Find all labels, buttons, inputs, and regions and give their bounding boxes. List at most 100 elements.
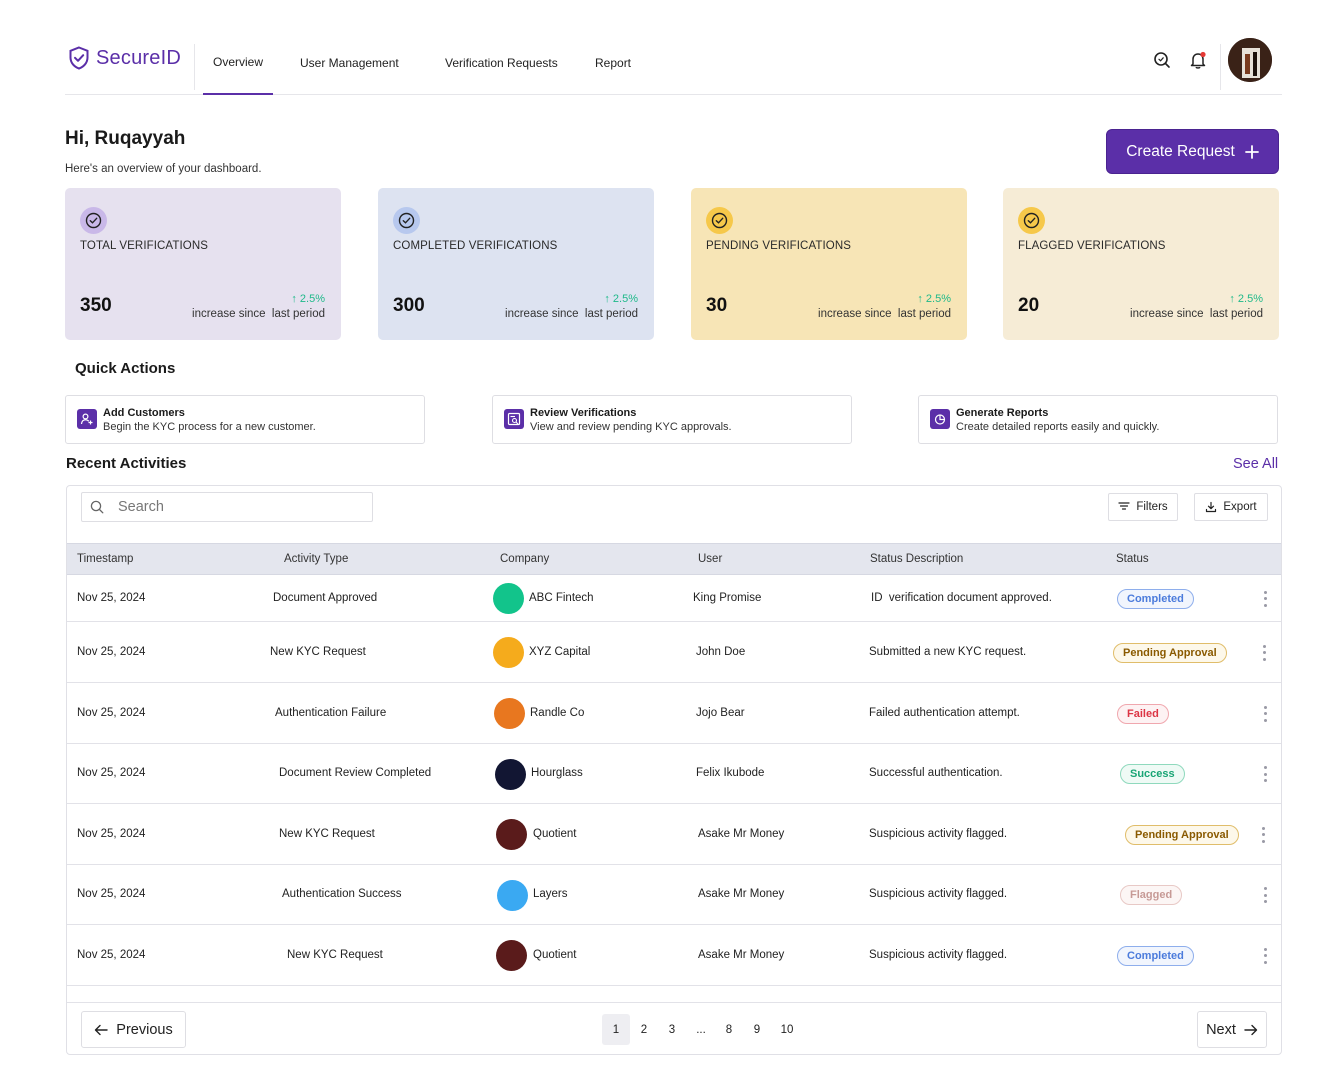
- page-subtitle: Here's an overview of your dashboard.: [65, 163, 262, 175]
- cell-timestamp: Nov 25, 2024: [77, 645, 146, 658]
- tab-user-management-label: User Management: [300, 55, 399, 70]
- recent-activities-title: Recent Activities: [66, 455, 187, 472]
- notifications-button[interactable]: [1186, 48, 1210, 72]
- cell-user: John Doe: [696, 645, 746, 658]
- table-row[interactable]: Nov 25, 2024 Authentication Success Layers…: [67, 865, 1281, 925]
- create-request-button[interactable]: Create Request: [1106, 129, 1279, 174]
- user-photo-icon: [1228, 38, 1272, 82]
- more-options-icon[interactable]: [1263, 947, 1267, 964]
- table-row[interactable]: Nov 25, 2024 Document Approved ABC Fintech…: [67, 575, 1281, 622]
- table-row[interactable]: Nov 25, 2024 New KYC Request XYZ Capital Jo…: [67, 622, 1281, 683]
- company-logo: [494, 698, 525, 729]
- stat-note: increase since last period: [1130, 308, 1263, 320]
- logo[interactable]: SecureID: [68, 46, 181, 70]
- column-header[interactable]: Status Description: [870, 553, 963, 565]
- check-circle-icon: [1018, 207, 1045, 234]
- tab-overview[interactable]: Overview: [203, 30, 273, 95]
- arrow-up-icon: ↑: [1229, 293, 1235, 305]
- page-ellipsis: ...: [696, 1023, 706, 1036]
- cell-status-description: Suspicious activity flagged.: [869, 948, 1008, 961]
- cell-company: ABC Fintech: [529, 591, 594, 604]
- stat-card-completed: COMPLETED VERIFICATIONS 300 ↑ 2.5% incre…: [378, 188, 654, 340]
- stat-note: increase since last period: [192, 308, 325, 320]
- cell-company: Layers: [533, 888, 568, 900]
- stat-trend: ↑ 2.5%: [917, 293, 951, 305]
- status-badge: Completed: [1117, 945, 1194, 966]
- column-header[interactable]: Timestamp: [77, 553, 133, 565]
- stat-card-pending: PENDING VERIFICATIONS 30 ↑ 2.5% increase…: [691, 188, 967, 340]
- cell-user: Asake Mr Money: [698, 827, 785, 840]
- filters-button[interactable]: Filters: [1108, 493, 1178, 521]
- stat-label: FLAGGED VERIFICATIONS: [1018, 240, 1166, 252]
- stat-trend-value: 2.5%: [299, 293, 325, 305]
- quick-action-generate-reports[interactable]: Generate Reports Create detailed reports…: [918, 395, 1278, 444]
- company-logo: [496, 819, 527, 850]
- page-number[interactable]: 8: [715, 1014, 743, 1045]
- status-badge: Pending Approval: [1125, 824, 1239, 845]
- page-number[interactable]: 2: [630, 1014, 658, 1045]
- tab-report[interactable]: Report: [595, 30, 631, 95]
- cell-timestamp: Nov 25, 2024: [77, 591, 146, 604]
- tab-overview-label: Overview: [212, 54, 263, 69]
- cell-status-description: Submitted a new KYC request.: [869, 645, 1027, 658]
- more-options-icon[interactable]: [1263, 887, 1267, 903]
- page-number[interactable]: 3: [658, 1014, 686, 1045]
- search-input[interactable]: [118, 499, 358, 515]
- status-badge: Failed: [1117, 703, 1169, 724]
- tab-user-management[interactable]: User Management: [300, 30, 399, 95]
- more-options-icon[interactable]: [1262, 644, 1266, 661]
- stat-card-flagged: FLAGGED VERIFICATIONS 20 ↑ 2.5% increase…: [1003, 188, 1279, 340]
- stat-value: 350: [80, 295, 112, 316]
- column-header[interactable]: User: [698, 553, 722, 565]
- page-number[interactable]: 9: [743, 1014, 771, 1045]
- stat-card-total: TOTAL VERIFICATIONS 350 ↑ 2.5% increase …: [65, 188, 341, 340]
- next-button[interactable]: Next: [1197, 1011, 1267, 1048]
- quick-action-title: Add Customers: [103, 407, 185, 419]
- search-button[interactable]: [1150, 48, 1174, 72]
- table-row[interactable]: Nov 25, 2024 Authentication Failure Randle…: [67, 683, 1281, 744]
- quick-action-review-verifications[interactable]: Review Verifications View and review pen…: [492, 395, 852, 444]
- page-title: Hi, Ruqayyah: [65, 128, 186, 149]
- next-label: Next: [1206, 1021, 1236, 1038]
- see-all-link[interactable]: See All: [1233, 456, 1278, 472]
- export-button[interactable]: Export: [1194, 493, 1268, 521]
- more-options-icon[interactable]: [1261, 826, 1265, 843]
- cell-status-description: Failed authentication attempt.: [869, 706, 1020, 719]
- column-header[interactable]: Activity Type: [284, 553, 348, 565]
- status-badge: Flagged: [1120, 885, 1183, 905]
- recent-activities-table: Filters Export Timestamp Activity Type C…: [66, 485, 1282, 1055]
- column-header[interactable]: Status: [1116, 553, 1149, 565]
- cell-timestamp: Nov 25, 2024: [77, 888, 146, 900]
- arrow-left-icon: [95, 1024, 108, 1035]
- more-options-icon[interactable]: [1263, 766, 1267, 782]
- arrow-up-icon: ↑: [291, 293, 297, 305]
- download-icon: [1206, 501, 1217, 513]
- previous-button[interactable]: Previous: [81, 1011, 186, 1048]
- company-logo: [493, 637, 524, 668]
- more-options-icon[interactable]: [1263, 590, 1267, 607]
- check-circle-icon: [80, 207, 107, 234]
- page-number[interactable]: 1: [602, 1014, 630, 1045]
- column-header[interactable]: Company: [500, 553, 549, 565]
- more-options-icon[interactable]: [1263, 705, 1267, 722]
- table-row[interactable]: Nov 25, 2024 New KYC Request Quotient Asake…: [67, 925, 1281, 986]
- filters-label: Filters: [1136, 501, 1168, 513]
- quick-action-title: Generate Reports: [956, 407, 1049, 419]
- page-number[interactable]: 10: [773, 1014, 801, 1045]
- company-logo: [496, 940, 527, 971]
- check-circle-icon: [706, 207, 733, 234]
- avatar[interactable]: [1228, 38, 1272, 82]
- table-row[interactable]: Nov 25, 2024 New KYC Request Quotient Asake…: [67, 804, 1281, 865]
- cell-activity-type: Document Approved: [273, 591, 378, 604]
- search-box[interactable]: [81, 492, 373, 522]
- table-row[interactable]: Nov 25, 2024 Document Review Completed Hou…: [67, 744, 1281, 804]
- tab-verification-requests[interactable]: Verification Requests: [445, 30, 558, 95]
- bell-icon: [1190, 51, 1206, 69]
- quick-action-desc: Create detailed reports easily and quick…: [956, 421, 1160, 433]
- stat-trend-value: 2.5%: [925, 293, 951, 305]
- export-label: Export: [1223, 501, 1257, 513]
- quick-action-add-customers[interactable]: Add Customers Begin the KYC process for …: [65, 395, 425, 444]
- cell-company: Hourglass: [531, 767, 583, 779]
- quick-action-title: Review Verifications: [530, 407, 637, 419]
- quick-actions-title: Quick Actions: [75, 360, 176, 377]
